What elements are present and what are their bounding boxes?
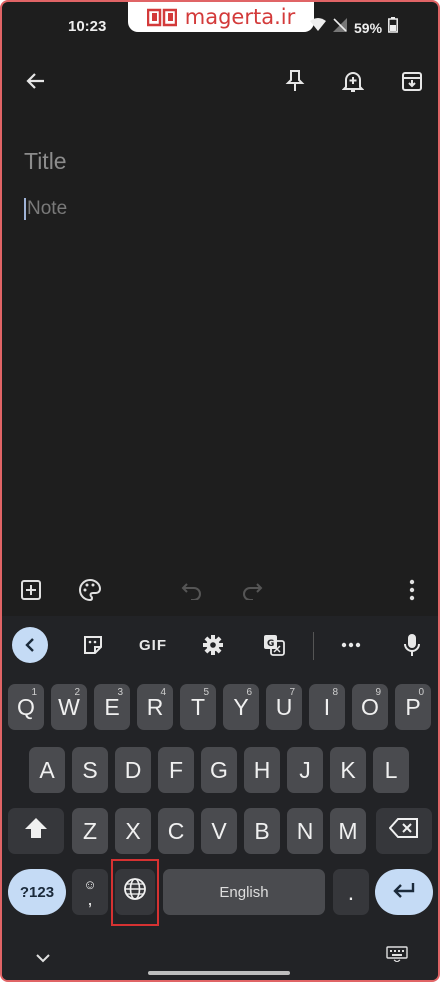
more-vert-icon[interactable] [397, 575, 427, 605]
key-z[interactable]: Z [72, 808, 108, 854]
key-v[interactable]: V [201, 808, 237, 854]
book-logo-icon [146, 7, 177, 27]
battery-percent: 59% [354, 19, 383, 36]
pin-icon[interactable] [280, 66, 310, 96]
key-m[interactable]: M [330, 808, 366, 854]
period-key[interactable]: . [333, 869, 369, 915]
note-body-field[interactable]: Note [24, 198, 67, 220]
collapse-toolbar-icon[interactable] [12, 627, 48, 663]
key-t[interactable]: 5T [180, 684, 216, 730]
watermark-text: magerta.ir [184, 5, 296, 29]
key-p[interactable]: 0P [395, 684, 431, 730]
key-e[interactable]: 3E [94, 684, 130, 730]
hide-keyboard-chevron-icon[interactable] [36, 950, 50, 968]
backspace-key[interactable] [376, 808, 432, 854]
key-k[interactable]: K [330, 747, 366, 793]
key-r[interactable]: 4R [137, 684, 173, 730]
key-s[interactable]: S [72, 747, 108, 793]
key-h[interactable]: H [244, 747, 280, 793]
enter-key[interactable] [375, 869, 433, 915]
toolbar-divider [313, 632, 314, 660]
redo-icon[interactable] [237, 575, 267, 605]
back-arrow-icon[interactable] [21, 66, 51, 96]
palette-icon[interactable] [75, 575, 105, 605]
key-u[interactable]: 7U [266, 684, 302, 730]
key-n[interactable]: N [287, 808, 323, 854]
system-icons: 59% [310, 17, 398, 38]
shift-key[interactable] [8, 808, 64, 854]
shift-arrow-icon [24, 817, 48, 845]
space-bar[interactable]: English [163, 869, 325, 915]
add-reminder-icon[interactable] [338, 66, 368, 96]
key-g[interactable]: G [201, 747, 237, 793]
no-signal-icon [332, 17, 348, 38]
title-field[interactable]: Title [24, 148, 67, 175]
more-horiz-icon[interactable] [336, 630, 366, 660]
key-o[interactable]: 9O [352, 684, 388, 730]
key-y[interactable]: 6Y [223, 684, 259, 730]
navigation-bar [2, 934, 438, 980]
enter-arrow-icon [392, 879, 416, 906]
key-a[interactable]: A [29, 747, 65, 793]
home-gesture-pill[interactable] [148, 971, 290, 975]
archive-icon[interactable] [397, 66, 427, 96]
wifi-icon [310, 18, 326, 37]
key-w[interactable]: 2W [51, 684, 87, 730]
status-bar: 10:23 magerta.ir 59% [2, 2, 438, 54]
undo-icon[interactable] [177, 575, 207, 605]
battery-icon [388, 17, 398, 38]
key-f[interactable]: F [158, 747, 194, 793]
status-time: 10:23 [68, 18, 107, 35]
key-c[interactable]: C [158, 808, 194, 854]
globe-key-highlight [111, 859, 159, 926]
microphone-icon[interactable] [397, 630, 427, 660]
sticker-icon[interactable] [78, 630, 108, 660]
symbols-key[interactable]: ?123 [8, 869, 66, 915]
key-l[interactable]: L [373, 747, 409, 793]
key-b[interactable]: B [244, 808, 280, 854]
backspace-icon [388, 817, 419, 845]
keyboard-switcher-icon[interactable] [386, 946, 408, 967]
key-d[interactable]: D [115, 747, 151, 793]
gif-button[interactable]: GIF [136, 630, 170, 660]
emoji-comma-key[interactable]: ☺ , [72, 869, 108, 915]
key-i[interactable]: 8I [309, 684, 345, 730]
key-q[interactable]: 1Q [8, 684, 44, 730]
add-box-icon[interactable] [16, 575, 46, 605]
keyboard: GIF G 1Q 2W 3E 4R 5T 6Y 7U 8I 9O 0P A S … [2, 616, 438, 980]
svg-text:G: G [267, 639, 274, 649]
phone-screen: 10:23 magerta.ir 59% Title Note GIF G 1 … [0, 0, 440, 982]
key-j[interactable]: J [287, 747, 323, 793]
watermark: magerta.ir [128, 2, 314, 32]
settings-gear-icon[interactable] [198, 630, 228, 660]
key-x[interactable]: X [115, 808, 151, 854]
translate-icon[interactable]: G [259, 630, 289, 660]
